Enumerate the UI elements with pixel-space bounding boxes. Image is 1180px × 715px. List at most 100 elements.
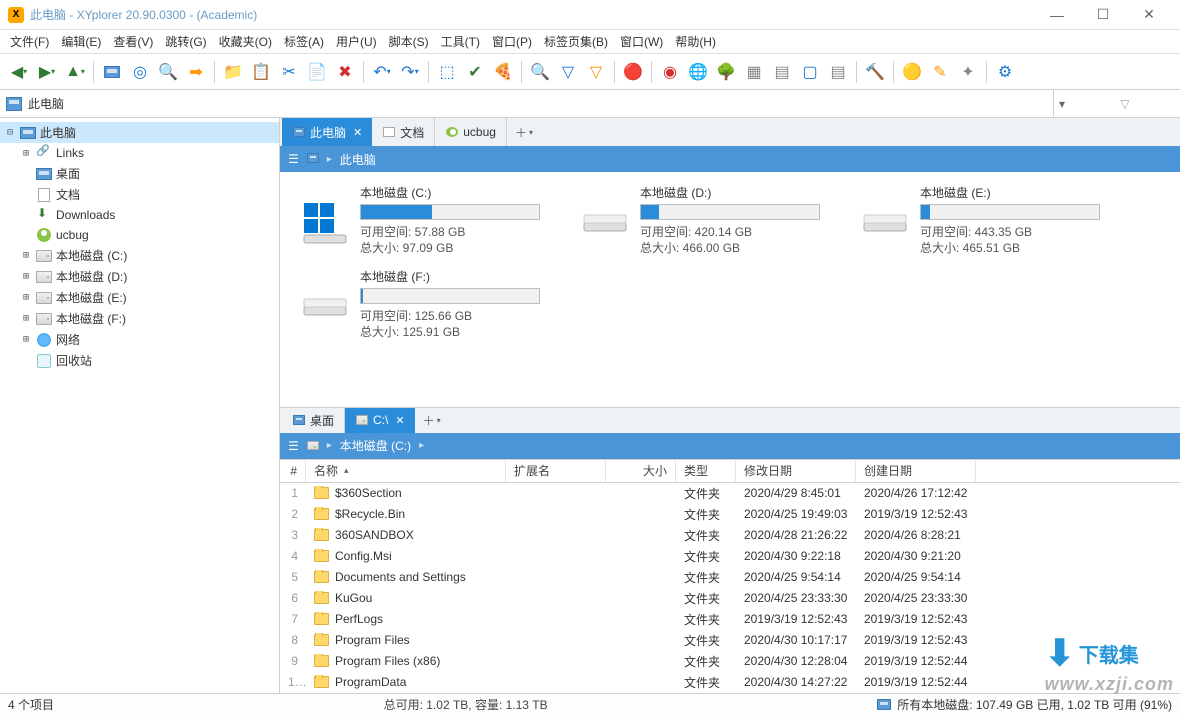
blobs-icon[interactable]: 🟡: [899, 59, 925, 85]
search-icon[interactable]: 🔍: [155, 59, 181, 85]
menu-icon[interactable]: ☰: [288, 439, 299, 453]
list-row[interactable]: 8 Program Files 文件夹 2020/4/30 10:17:17 2…: [280, 630, 1180, 651]
close-icon[interactable]: ✕: [353, 126, 362, 139]
column-number[interactable]: #: [280, 460, 306, 482]
new-folder-icon[interactable]: 📁: [220, 59, 246, 85]
hammer-icon[interactable]: 🔨: [862, 59, 888, 85]
grid-icon[interactable]: ▦: [741, 59, 767, 85]
tab[interactable]: 文档: [372, 118, 435, 146]
wand-icon[interactable]: ✦: [955, 59, 981, 85]
redo-button[interactable]: ↷▾: [397, 59, 423, 85]
funnel-icon[interactable]: ▽: [555, 59, 581, 85]
menu-item[interactable]: 脚本(S): [383, 30, 435, 53]
menu-item[interactable]: 编辑(E): [55, 30, 107, 53]
breadcrumb-item[interactable]: 此电脑: [340, 151, 376, 168]
menu-icon[interactable]: ☰: [288, 152, 299, 166]
copy-icon[interactable]: 📋: [248, 59, 274, 85]
delete-icon[interactable]: ✖: [332, 59, 358, 85]
maximize-button[interactable]: ☐: [1080, 1, 1126, 29]
panel-icon[interactable]: ▢: [797, 59, 823, 85]
column-ext[interactable]: 扩展名: [506, 460, 606, 482]
minimize-button[interactable]: —: [1034, 1, 1080, 29]
list-row[interactable]: 3 360SANDBOX 文件夹 2020/4/28 21:26:22 2020…: [280, 525, 1180, 546]
zoom-icon[interactable]: 🔍: [527, 59, 553, 85]
pizza-icon[interactable]: 🍕: [490, 59, 516, 85]
palette-icon[interactable]: 🔴: [620, 59, 646, 85]
list-row[interactable]: 4 Config.Msi 文件夹 2020/4/30 9:22:18 2020/…: [280, 546, 1180, 567]
list-row[interactable]: 2 $Recycle.Bin 文件夹 2020/4/25 19:49:03 20…: [280, 504, 1180, 525]
tab[interactable]: ucbug: [435, 118, 507, 146]
tree-node[interactable]: ⊞ 本地磁盘 (D:): [0, 266, 279, 287]
menu-item[interactable]: 标签页集(B): [538, 30, 614, 53]
breadcrumb-item[interactable]: 本地磁盘 (C:): [340, 437, 411, 454]
menu-item[interactable]: 跳转(G): [159, 30, 212, 53]
add-tab-button[interactable]: ＋ ▾: [415, 408, 449, 433]
forward-button[interactable]: ▶▾: [34, 59, 60, 85]
close-button[interactable]: ✕: [1126, 1, 1172, 29]
column-created[interactable]: 创建日期: [856, 460, 976, 482]
list-row[interactable]: 6 KuGou 文件夹 2020/4/25 23:33:30 2020/4/25…: [280, 588, 1180, 609]
tab[interactable]: C:\ ✕: [345, 408, 415, 433]
tree-node[interactable]: ⊞ Links: [0, 143, 279, 163]
spiral-icon[interactable]: ◉: [657, 59, 683, 85]
expand-icon[interactable]: ⊞: [20, 313, 32, 324]
menu-item[interactable]: 收藏夹(O): [213, 30, 278, 53]
expand-icon[interactable]: ⊞: [20, 250, 32, 261]
select-icon[interactable]: ⬚: [434, 59, 460, 85]
undo-button[interactable]: ↶▾: [369, 59, 395, 85]
computer-icon[interactable]: [99, 59, 125, 85]
list-row[interactable]: 10 ProgramData 文件夹 2020/4/30 14:27:22 20…: [280, 672, 1180, 693]
menu-item[interactable]: 工具(T): [435, 30, 486, 53]
film-icon[interactable]: ▤: [825, 59, 851, 85]
expand-icon[interactable]: ⊟: [4, 127, 16, 138]
drive-item[interactable]: 本地磁盘 (F:) 可用空间: 125.66 GB 总大小: 125.91 GB: [300, 268, 570, 340]
list-row[interactable]: 9 Program Files (x86) 文件夹 2020/4/30 12:2…: [280, 651, 1180, 672]
list-row[interactable]: 5 Documents and Settings 文件夹 2020/4/25 9…: [280, 567, 1180, 588]
column-name[interactable]: 名称▴: [306, 460, 506, 482]
expand-icon[interactable]: ⊞: [20, 334, 32, 345]
tree-node[interactable]: ucbug: [0, 225, 279, 245]
drive-item[interactable]: 本地磁盘 (C:) 可用空间: 57.88 GB 总大小: 97.09 GB: [300, 184, 570, 256]
tree-icon[interactable]: 🌳: [713, 59, 739, 85]
list-row[interactable]: 1 $360Section 文件夹 2020/4/29 8:45:01 2020…: [280, 483, 1180, 504]
address-path[interactable]: 此电脑: [0, 90, 1054, 117]
expand-icon[interactable]: ⊞: [20, 148, 32, 159]
tree-node[interactable]: ⊞ 本地磁盘 (F:): [0, 308, 279, 329]
menu-item[interactable]: 窗口(W): [614, 30, 669, 53]
globe-icon[interactable]: 🌐: [685, 59, 711, 85]
menu-item[interactable]: 查看(V): [107, 30, 159, 53]
close-icon[interactable]: ✕: [395, 414, 404, 427]
paste-icon[interactable]: 📄: [304, 59, 330, 85]
filter-icon[interactable]: ▽: [1070, 90, 1180, 117]
tab[interactable]: 桌面: [282, 408, 345, 433]
back-button[interactable]: ◀▾: [6, 59, 32, 85]
drive-item[interactable]: 本地磁盘 (E:) 可用空间: 443.35 GB 总大小: 465.51 GB: [860, 184, 1130, 256]
tree-node[interactable]: Downloads: [0, 205, 279, 225]
expand-icon[interactable]: ⊞: [20, 271, 32, 282]
column-size[interactable]: 大小: [606, 460, 676, 482]
target-icon[interactable]: ◎: [127, 59, 153, 85]
funnel-plus-icon[interactable]: ▽: [583, 59, 609, 85]
tree-node[interactable]: 文档: [0, 184, 279, 205]
goto-icon[interactable]: ➡: [183, 59, 209, 85]
tab[interactable]: 此电脑 ✕: [282, 118, 372, 146]
tree-node[interactable]: ⊞ 网络: [0, 329, 279, 350]
tree-node[interactable]: ⊞ 本地磁盘 (E:): [0, 287, 279, 308]
menu-item[interactable]: 用户(U): [330, 30, 383, 53]
settings-icon[interactable]: ⚙: [992, 59, 1018, 85]
tree-node[interactable]: ⊞ 本地磁盘 (C:): [0, 245, 279, 266]
cut-icon[interactable]: ✂: [276, 59, 302, 85]
calendar-icon[interactable]: ▤: [769, 59, 795, 85]
up-button[interactable]: ▲▾: [62, 59, 88, 85]
address-dropdown[interactable]: ▾: [1054, 97, 1070, 111]
tree-node[interactable]: 回收站: [0, 350, 279, 371]
menu-item[interactable]: 文件(F): [4, 30, 55, 53]
tree-node[interactable]: ⊟ 此电脑: [0, 122, 279, 143]
check-icon[interactable]: ✔: [462, 59, 488, 85]
menu-item[interactable]: 帮助(H): [669, 30, 722, 53]
expand-icon[interactable]: ⊞: [20, 292, 32, 303]
add-tab-button[interactable]: ＋ ▾: [507, 118, 541, 146]
column-modified[interactable]: 修改日期: [736, 460, 856, 482]
list-row[interactable]: 7 PerfLogs 文件夹 2019/3/19 12:52:43 2019/3…: [280, 609, 1180, 630]
menu-item[interactable]: 窗口(P): [486, 30, 538, 53]
